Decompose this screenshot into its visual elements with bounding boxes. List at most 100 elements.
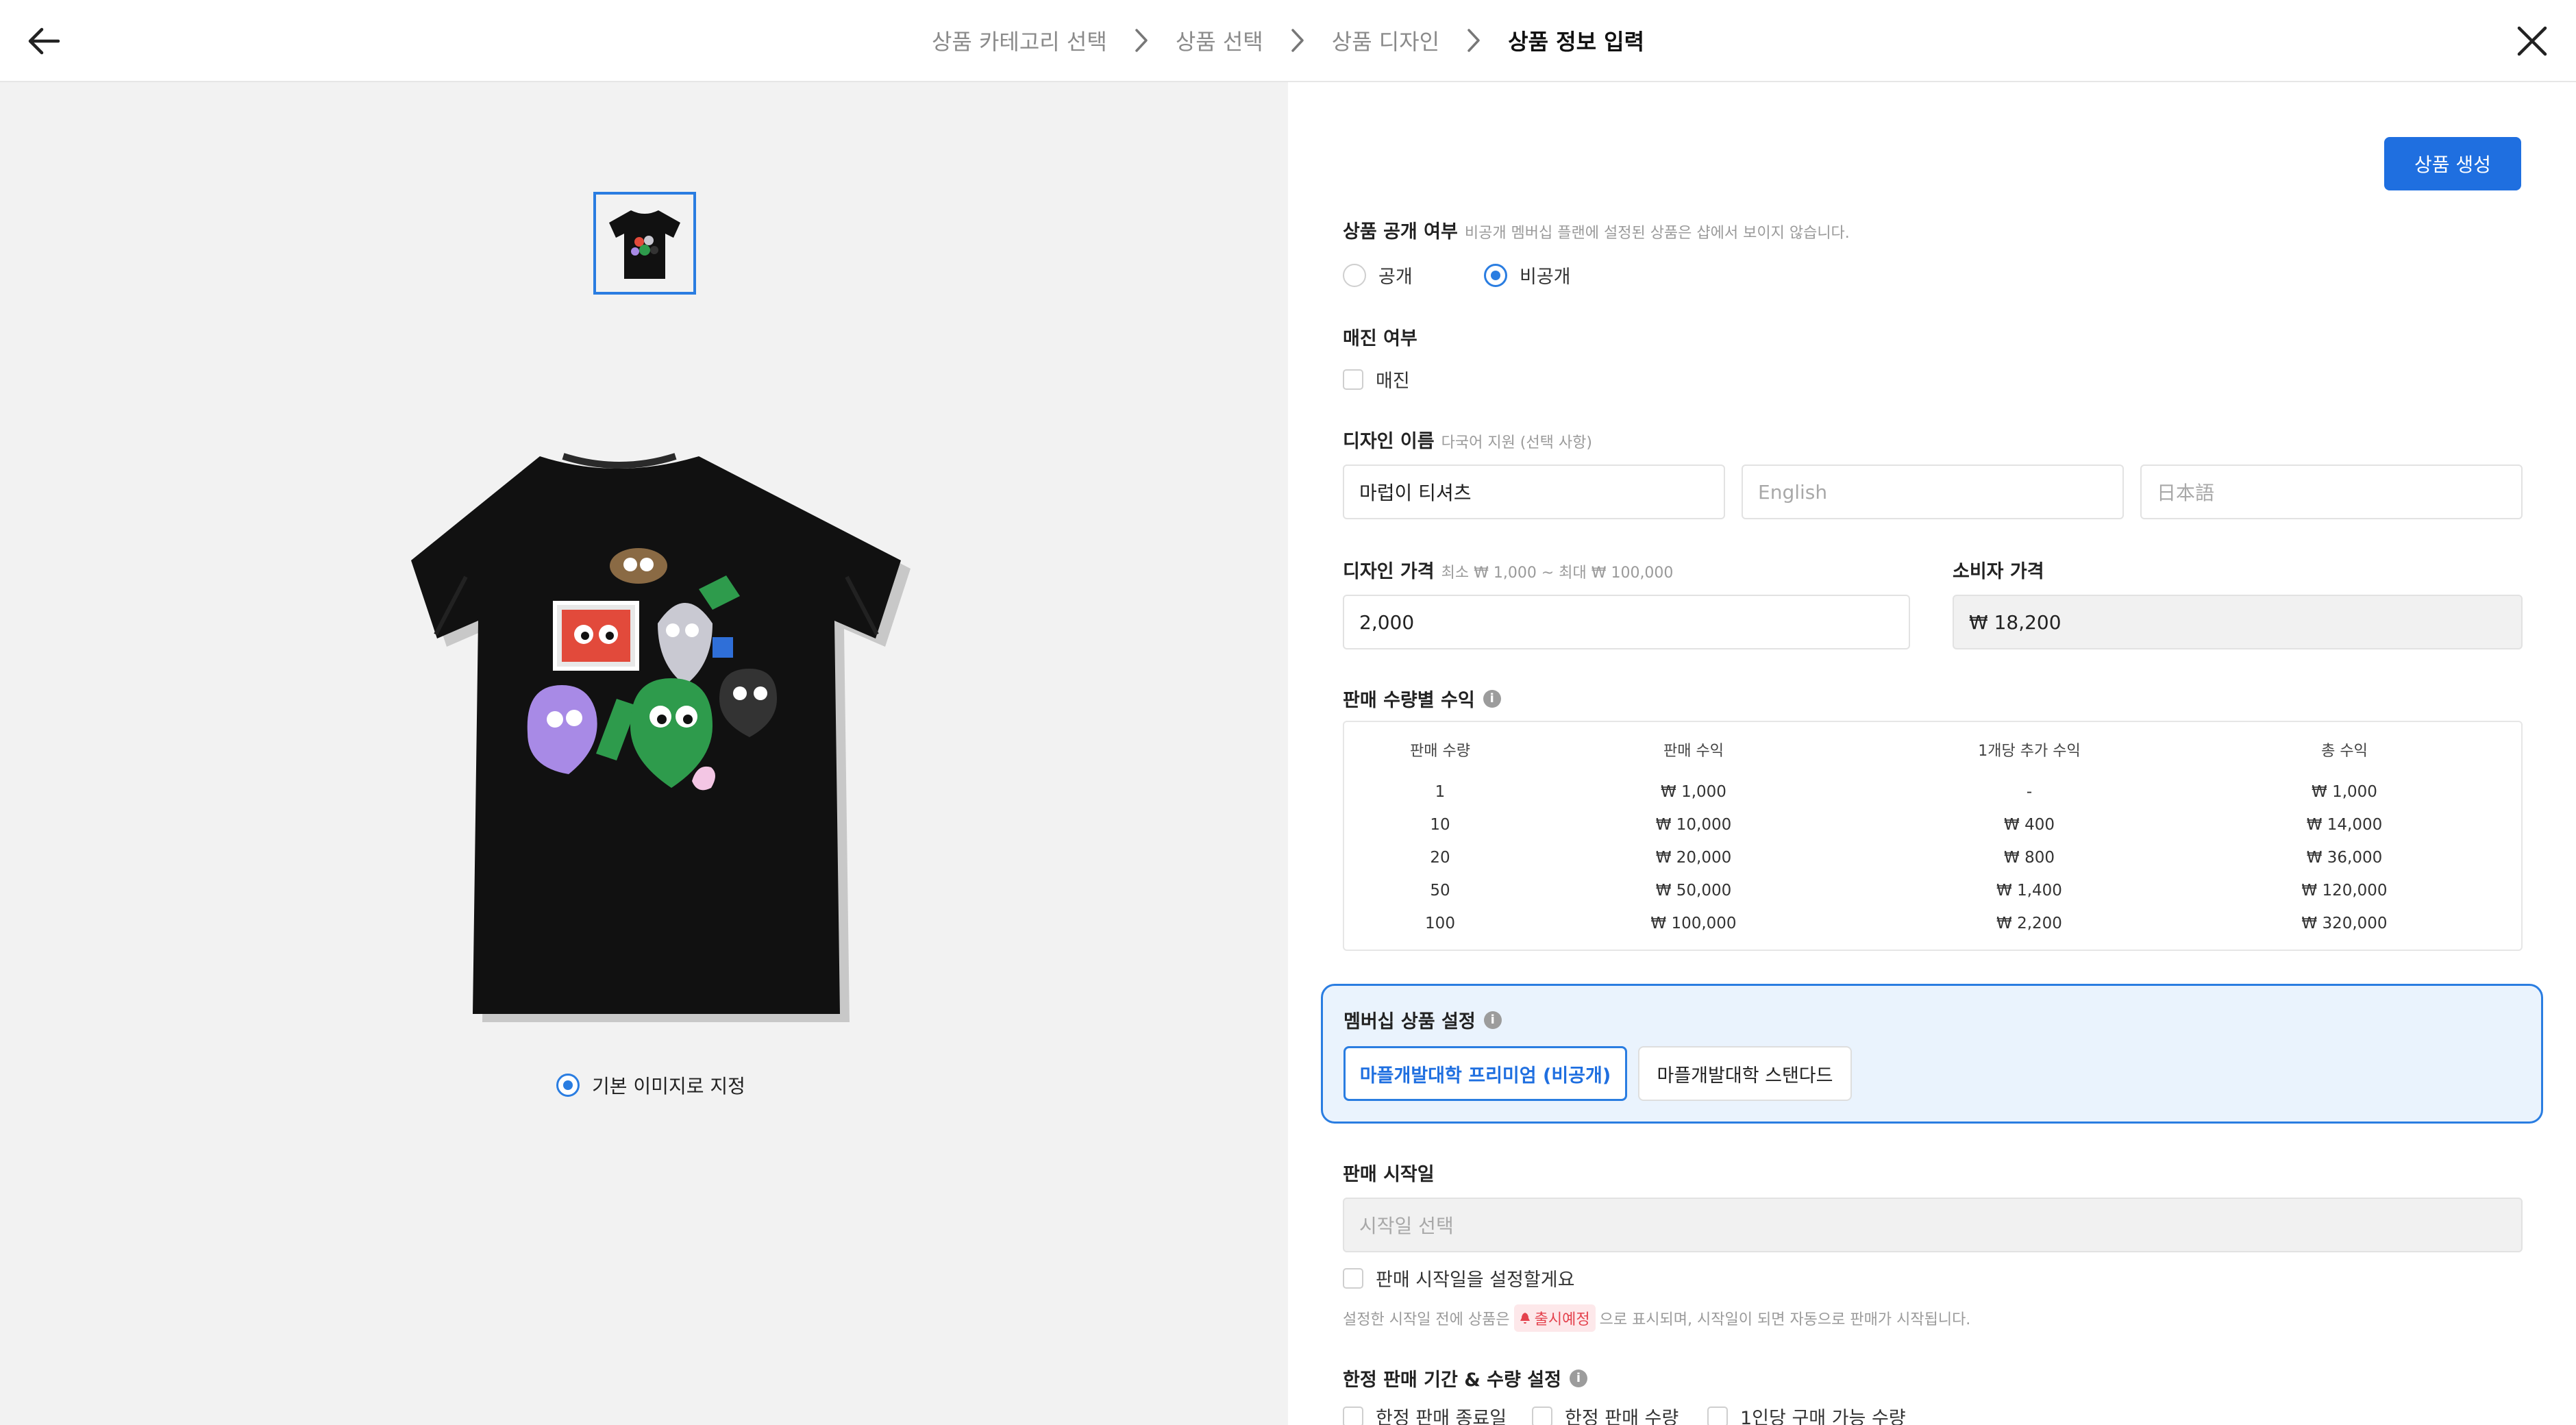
membership-premium-button[interactable]: 마플개발대학 프리미엄 (비공개) [1343,1046,1627,1101]
cell-quantity: 20 [1430,849,1450,867]
membership-settings: 멤버십 상품 설정 i 마플개발대학 프리미엄 (비공개) 마플개발대학 스탠다… [1321,984,2543,1124]
cell-extra-profit: ₩ 800 [2004,849,2055,867]
cell-total-profit: ₩ 320,000 [2301,915,2388,932]
default-image-label: 기본 이미지로 지정 [592,1075,745,1098]
sale-start-option[interactable]: 판매 시작일을 설정할게요 [1343,1265,1574,1291]
profit-table: 판매 수량 판매 수익 1개당 추가 수익 총 수익 1 ₩ 1,000 - ₩… [1343,721,2523,951]
create-product-button[interactable]: 상품 생성 [2384,137,2521,190]
coming-soon-badge: 출시예정 [1513,1304,1596,1332]
default-image-radio[interactable] [556,1074,580,1097]
visibility-public-option[interactable]: 공개 [1343,262,1413,288]
consumer-price-field: ₩ 18,200 [1953,595,2523,649]
close-button[interactable] [2509,18,2555,64]
table-row: 20 ₩ 20,000 ₩ 800 ₩ 36,000 [1344,841,2521,874]
close-icon [2517,26,2547,56]
tshirt-thumbnail-image [609,210,680,279]
soldout-option-label: 매진 [1376,371,1410,392]
limited-quantity-option[interactable]: 한정 판매 수량 [1532,1403,1679,1425]
limited-sale-title: 한정 판매 기간 & 수량 설정 [1343,1370,1561,1391]
design-price-input[interactable]: 2,000 [1343,595,1910,649]
table-row: 10 ₩ 10,000 ₩ 400 ₩ 14,000 [1344,808,2521,841]
step-product-info: 상품 정보 입력 [1508,29,1645,55]
cell-quantity: 10 [1430,816,1450,834]
limited-end-date-checkbox[interactable] [1343,1406,1363,1425]
bell-icon [1520,1313,1530,1324]
note-after: 으로 표시되며, 시작일이 되면 자동으로 판매가 시작됩니다. [1599,1311,1971,1328]
cell-total-profit: ₩ 36,000 [2306,849,2383,867]
per-person-limit-checkbox[interactable] [1707,1406,1728,1425]
public-radio[interactable] [1343,263,1366,287]
profit-table-label: 판매 수량별 수익 i [1343,685,1501,712]
private-radio[interactable] [1484,263,1507,287]
info-icon[interactable]: i [1569,1369,1587,1387]
soldout-label: 매진 여부 [1343,328,1417,349]
visibility-private-option[interactable]: 비공개 [1484,262,1571,288]
cell-extra-profit: ₩ 2,200 [1996,915,2062,932]
default-image-option[interactable]: 기본 이미지로 지정 [556,1071,745,1099]
step-category[interactable]: 상품 카테고리 선택 [932,25,1107,56]
preview-panel: 기본 이미지로 지정 [0,82,1288,1425]
design-name-ja-input[interactable]: 日本語 [2140,464,2523,519]
step-product[interactable]: 상품 선택 [1176,25,1263,56]
cell-extra-profit: ₩ 400 [2004,816,2055,834]
per-person-limit-option[interactable]: 1인당 구매 가능 수량 [1707,1403,1906,1425]
design-name-en-input[interactable]: English [1742,464,2124,519]
cell-quantity: 50 [1430,882,1450,900]
badge-label: 출시예정 [1534,1311,1590,1328]
cell-sales-profit: ₩ 10,000 [1655,816,1732,834]
design-name-label: 디자인 이름 다국어 지원 (선택 사항) [1343,426,1592,453]
tshirt-preview-image [356,397,932,1055]
info-icon[interactable]: i [1483,1011,1502,1029]
private-label: 비공개 [1520,267,1571,288]
info-icon[interactable]: i [1483,689,1501,708]
cell-sales-profit: ₩ 20,000 [1655,849,1732,867]
limited-quantity-checkbox[interactable] [1532,1406,1552,1425]
table-header-row: 판매 수량 판매 수익 1개당 추가 수익 총 수익 [1344,733,2521,766]
profit-table-title: 판매 수량별 수익 [1343,690,1475,711]
header-total-profit: 총 수익 [2321,743,2368,760]
visibility-hint: 비공개 멤버십 플랜에 설정된 상품은 샵에서 보이지 않습니다. [1464,225,1850,242]
soldout-option[interactable]: 매진 [1343,366,1410,393]
limited-end-date-option[interactable]: 한정 판매 종료일 [1343,1403,1507,1425]
cell-sales-profit: ₩ 50,000 [1655,882,1732,900]
soldout-checkbox[interactable] [1343,369,1363,390]
consumer-price-label: 소비자 가격 [1953,561,2044,582]
sale-start-checkbox-label: 판매 시작일을 설정할게요 [1376,1269,1575,1291]
membership-label: 멤버십 상품 설정 i [1343,1006,1502,1033]
table-row: 1 ₩ 1,000 - ₩ 1,000 [1344,776,2521,808]
limited-end-date-label: 한정 판매 종료일 [1376,1408,1507,1425]
step-breadcrumb: 상품 카테고리 선택 상품 선택 상품 디자인 상품 정보 입력 [0,0,2576,81]
design-name-title: 디자인 이름 [1343,431,1435,452]
design-price-label: 디자인 가격 최소 ₩ 1,000 ~ 최대 ₩ 100,000 [1343,556,1673,583]
limited-quantity-label: 한정 판매 수량 [1565,1408,1679,1425]
app-root: 상품 카테고리 선택 상품 선택 상품 디자인 상품 정보 입력 기본 이미지로… [0,0,2576,1425]
header-extra-profit: 1개당 추가 수익 [1978,743,2081,760]
top-header: 상품 카테고리 선택 상품 선택 상품 디자인 상품 정보 입력 [0,0,2576,82]
cell-sales-profit: ₩ 100,000 [1650,915,1737,932]
sale-start-note: 설정한 시작일 전에 상품은 출시예정 으로 표시되며, 시작일이 되면 자동으… [1343,1304,1970,1332]
step-design[interactable]: 상품 디자인 [1332,25,1439,56]
design-price-hint: 최소 ₩ 1,000 ~ 최대 ₩ 100,000 [1441,565,1674,582]
product-info-form: 상품 생성 상품 공개 여부 비공개 멤버십 플랜에 설정된 상품은 샵에서 보이… [1288,82,2576,1425]
cell-quantity: 1 [1435,783,1446,801]
cell-extra-profit: - [2026,783,2033,801]
thumbnail-selected[interactable] [593,192,696,295]
sale-start-checkbox[interactable] [1343,1267,1363,1289]
table-row: 50 ₩ 50,000 ₩ 1,400 ₩ 120,000 [1344,874,2521,907]
membership-title: 멤버십 상품 설정 [1343,1011,1476,1032]
visibility-label: 상품 공개 여부 비공개 멤버십 플랜에 설정된 상품은 샵에서 보이지 않습니다… [1343,216,1850,243]
header-quantity: 판매 수량 [1410,743,1470,760]
sale-start-date-input[interactable]: 시작일 선택 [1343,1198,2523,1252]
limited-sale-label: 한정 판매 기간 & 수량 설정 i [1343,1365,1587,1391]
per-person-limit-label: 1인당 구매 가능 수량 [1740,1408,1906,1425]
chevron-right-icon [1439,27,1508,54]
note-before: 설정한 시작일 전에 상품은 [1343,1311,1510,1328]
table-row: 100 ₩ 100,000 ₩ 2,200 ₩ 320,000 [1344,907,2521,940]
cell-quantity: 100 [1425,915,1455,932]
visibility-title: 상품 공개 여부 [1343,221,1458,243]
design-name-ko-input[interactable]: 마럽이 티셔츠 [1343,464,1725,519]
design-price-title: 디자인 가격 [1343,561,1435,582]
design-name-hint: 다국어 지원 (선택 사항) [1441,434,1592,451]
chevron-right-icon [1107,27,1176,54]
membership-standard-button[interactable]: 마플개발대학 스탠다드 [1638,1046,1852,1101]
